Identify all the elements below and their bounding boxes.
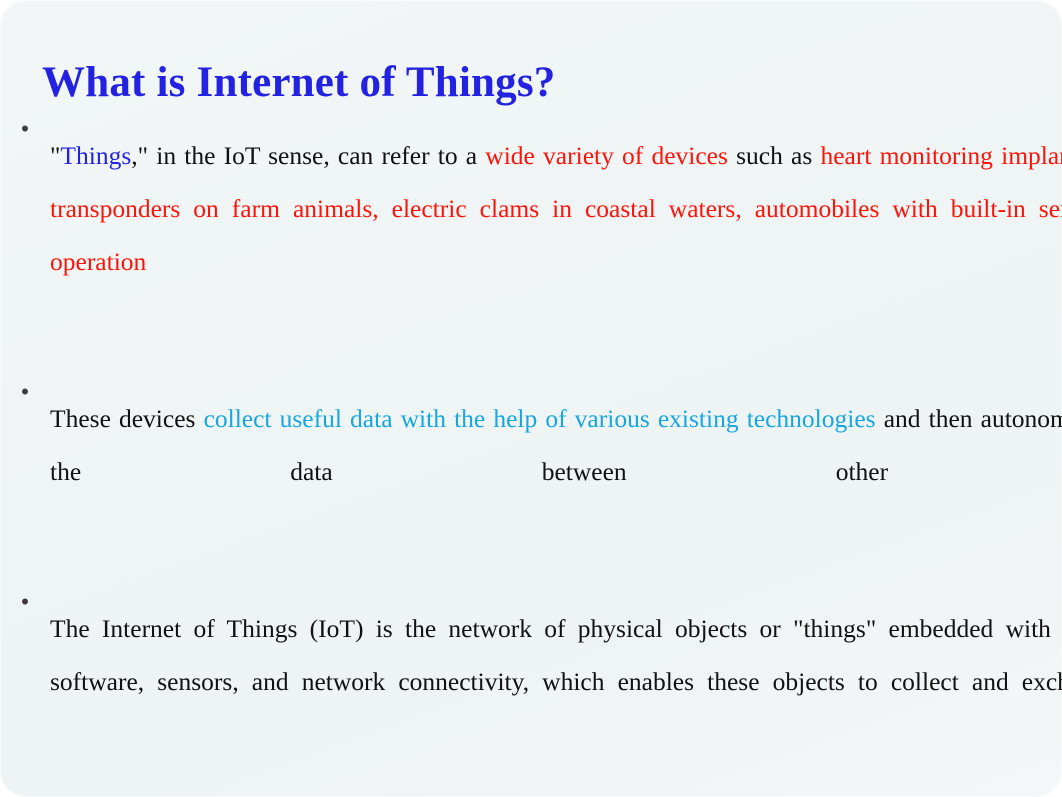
bullet-item: • "Things," in the IoT sense, can refer t…	[0, 103, 1062, 366]
text-run-red: wide variety of devices	[485, 140, 728, 170]
text-run-blue: Things	[60, 140, 132, 170]
text-run-black: These devices	[50, 403, 204, 433]
bullet-marker-icon: •	[20, 116, 30, 143]
text-run-black: such as	[727, 140, 821, 170]
bullet-paragraph-3: The Internet of Things (IoT) is the netw…	[50, 602, 1062, 761]
text-run-cyan: collect useful data with the help of var…	[203, 403, 876, 433]
text-run-black: The Internet of Things (IoT) is the netw…	[50, 613, 1062, 696]
text-run-black: ," in the IoT sense, can refer to a	[131, 140, 486, 170]
bullet-item: • These devices collect useful data with …	[0, 366, 1062, 576]
bullet-paragraph-2: These devices collect useful data with t…	[50, 392, 1062, 551]
slide-canvas: What is Internet of Things? • "Things," i…	[0, 0, 1062, 797]
text-run-black: "	[50, 140, 61, 170]
page-title: What is Internet of Things?	[42, 58, 556, 106]
slide-body: • "Things," in the IoT sense, can refer t…	[0, 103, 1062, 797]
bullet-marker-icon: •	[20, 589, 30, 616]
bullet-item: • The Internet of Things (IoT) is the net…	[0, 576, 1062, 786]
bullet-item: •IoT allows objects to be sensed and con…	[0, 786, 1062, 797]
bullet-paragraph-1: "Things," in the IoT sense, can refer to…	[50, 129, 1062, 341]
bullet-marker-icon: •	[0, 786, 50, 797]
bullet-marker-icon: •	[20, 379, 30, 406]
